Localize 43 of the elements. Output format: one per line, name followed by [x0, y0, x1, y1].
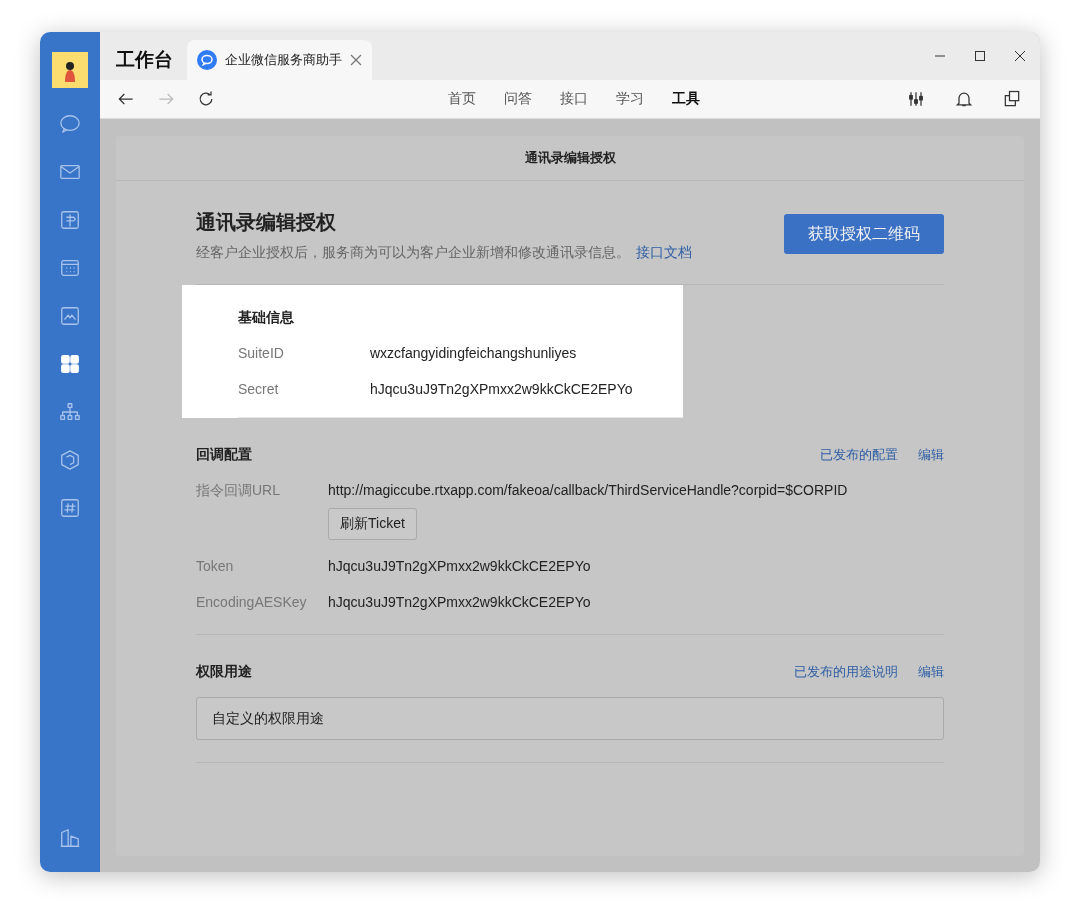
section-link[interactable]: 编辑	[918, 446, 944, 464]
nav-link[interactable]: 学习	[616, 90, 644, 108]
hash-icon[interactable]	[59, 497, 81, 519]
copy-icon[interactable]	[1002, 89, 1022, 109]
doc-link[interactable]: 接口文档	[636, 244, 692, 260]
chat-icon[interactable]	[59, 113, 81, 135]
section-title: 权限用途	[196, 663, 252, 681]
field-value: hJqcu3uJ9Tn2gXPmxx2w9kkCkCE2EPYo	[328, 557, 591, 576]
org-chart-icon[interactable]	[59, 401, 81, 423]
field-label: Secret	[238, 380, 280, 399]
page-heading: 通讯录编辑授权	[196, 210, 337, 235]
nav-link[interactable]: 接口	[560, 90, 588, 108]
chat-bubble-icon	[197, 50, 217, 70]
section-title: 基础信息	[238, 309, 295, 327]
calendar-icon[interactable]	[59, 257, 81, 279]
section-link[interactable]: 编辑	[918, 663, 944, 681]
qr-code-button[interactable]: 获取授权二维码	[784, 214, 944, 254]
field-value: hJqcu3uJ9Tn2gXPmxx2w9kkCkCE2EPYo	[370, 380, 633, 399]
panel-title: 通讯录编辑授权	[116, 136, 1024, 181]
section-link[interactable]: 已发布的配置	[820, 446, 898, 464]
usage-field[interactable]: 自定义的权限用途	[196, 697, 944, 740]
field-label: EncodingAESKey	[196, 593, 308, 612]
nav-link[interactable]: 问答	[504, 90, 532, 108]
signpost-icon[interactable]	[59, 209, 81, 231]
nav-link[interactable]: 工具	[672, 90, 700, 108]
buildings-icon[interactable]	[59, 827, 81, 849]
field-value: hJqcu3uJ9Tn2gXPmxx2w9kkCkCE2EPYo	[328, 593, 591, 612]
grid-icon[interactable]	[59, 353, 81, 375]
hexagon-icon[interactable]	[59, 449, 81, 471]
field-value: http://magiccube.rtxapp.com/fakeoa/callback/ThirdServiceHandle?corpid=$CORPID	[328, 481, 848, 500]
sliders-icon[interactable]	[906, 89, 926, 109]
description: 经客户企业授权后，服务商为可以为客户企业新增和修改通讯录信息。 接口文档	[196, 244, 692, 262]
refresh-ticket-button[interactable]: 刷新Ticket	[328, 508, 417, 540]
field-label: Token	[196, 557, 235, 576]
field-label: SuiteID	[238, 344, 285, 363]
section-link[interactable]: 已发布的用途说明	[794, 663, 898, 681]
field-label: 指令回调URL	[196, 481, 281, 500]
section-title: 回调配置	[196, 446, 252, 464]
image-icon[interactable]	[59, 305, 81, 327]
field-value: wxzcfangyidingfeichangshunliyes	[370, 344, 577, 363]
app-title: 工作台	[115, 48, 174, 72]
browser-tab[interactable]: 企业微信服务商助手	[187, 40, 372, 80]
nav-link[interactable]: 首页	[448, 90, 476, 108]
